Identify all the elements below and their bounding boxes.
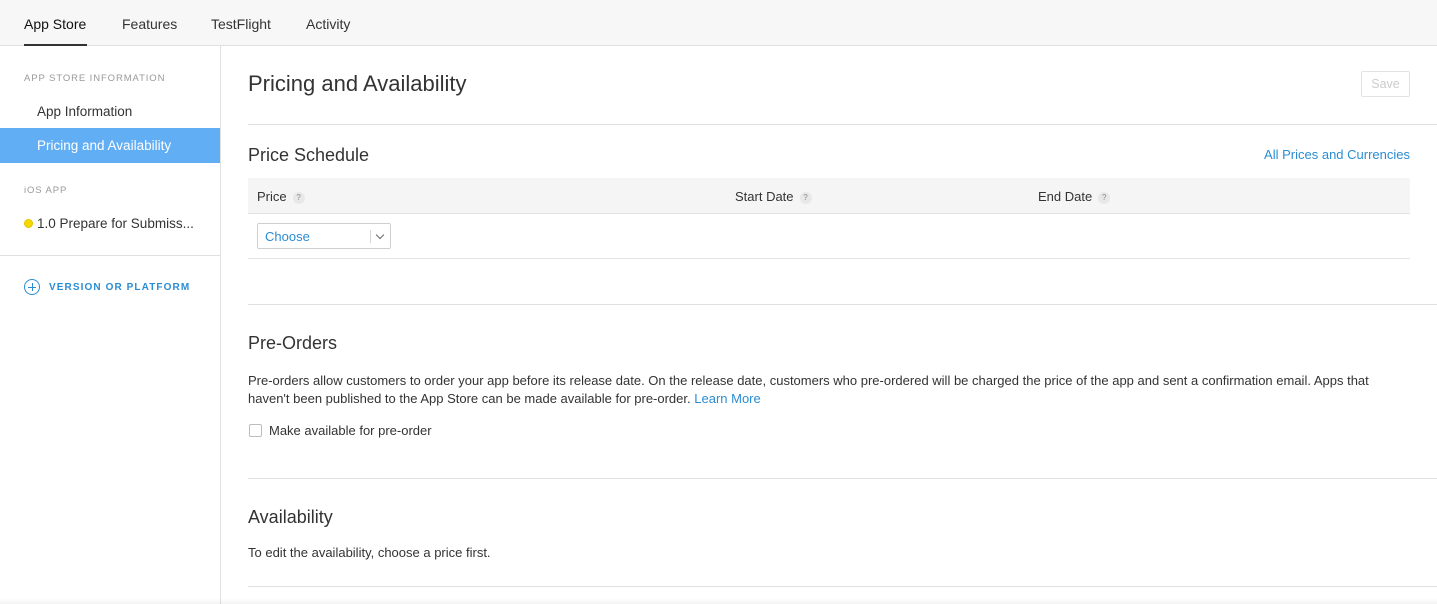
column-header-label: Start Date [735,189,794,204]
sidebar-item-app-information[interactable]: App Information [0,94,220,129]
status-dot-icon [24,219,33,228]
chevron-down-icon [375,230,385,240]
divider [248,304,1437,305]
pre-orders-description: Pre-orders allow customers to order your… [248,372,1410,408]
pre-order-checkbox-row: Make available for pre-order [249,422,432,438]
help-icon[interactable]: ? [1098,192,1111,204]
help-icon[interactable]: ? [799,192,812,204]
tab-app-store[interactable]: App Store [24,0,87,46]
tab-activity[interactable]: Activity [306,0,350,46]
column-header-price: Price? [257,178,305,214]
column-header-start-date: Start Date? [735,178,812,214]
column-header-label: End Date [1038,189,1093,204]
price-table-header: Price? Start Date? End Date? [248,178,1410,214]
sidebar-version-label: 1.0 Prepare for Submiss... [37,216,194,231]
availability-text: To edit the availability, choose a price… [248,545,491,560]
table-row: Choose [248,214,1410,259]
column-header-end-date: End Date? [1038,178,1111,214]
all-prices-and-currencies-link[interactable]: All Prices and Currencies [1264,147,1410,162]
pre-orders-title: Pre-Orders [248,333,338,353]
sidebar-item-pricing-and-availability[interactable]: Pricing and Availability [0,128,220,163]
availability-title: Availability [248,507,333,527]
column-header-label: Price [257,189,287,204]
bottom-shadow [0,598,1437,604]
sidebar-heading-ios-app: iOS APP [24,185,68,196]
tab-testflight[interactable]: TestFlight [211,0,271,46]
price-select-value: Choose [265,229,310,244]
sidebar-item-version[interactable]: 1.0 Prepare for Submiss... [0,206,220,241]
sidebar-heading-app-store-information: APP STORE INFORMATION [24,73,166,84]
add-version-or-platform-button[interactable]: VERSION OR PLATFORM [24,279,190,295]
top-tab-bar: App Store Features TestFlight Activity [0,0,1437,46]
add-version-label: VERSION OR PLATFORM [49,281,191,293]
price-select[interactable]: Choose [257,223,391,249]
pre-order-checkbox[interactable] [249,423,262,437]
pre-orders-description-text: Pre-orders allow customers to order your… [248,373,1369,406]
page-title: Pricing and Availability [248,71,467,96]
plus-circle-icon [24,279,40,295]
divider [248,478,1437,479]
learn-more-link[interactable]: Learn More [694,391,760,406]
sidebar: APP STORE INFORMATION App Information Pr… [0,46,221,604]
divider [248,586,1437,587]
pre-order-checkbox-label[interactable]: Make available for pre-order [269,423,432,438]
select-separator [370,230,371,243]
divider [248,124,1437,125]
save-button[interactable]: Save [1361,71,1410,97]
tab-features[interactable]: Features [122,0,177,46]
help-icon[interactable]: ? [292,192,305,204]
sidebar-divider [0,255,220,256]
price-schedule-title: Price Schedule [248,145,370,165]
